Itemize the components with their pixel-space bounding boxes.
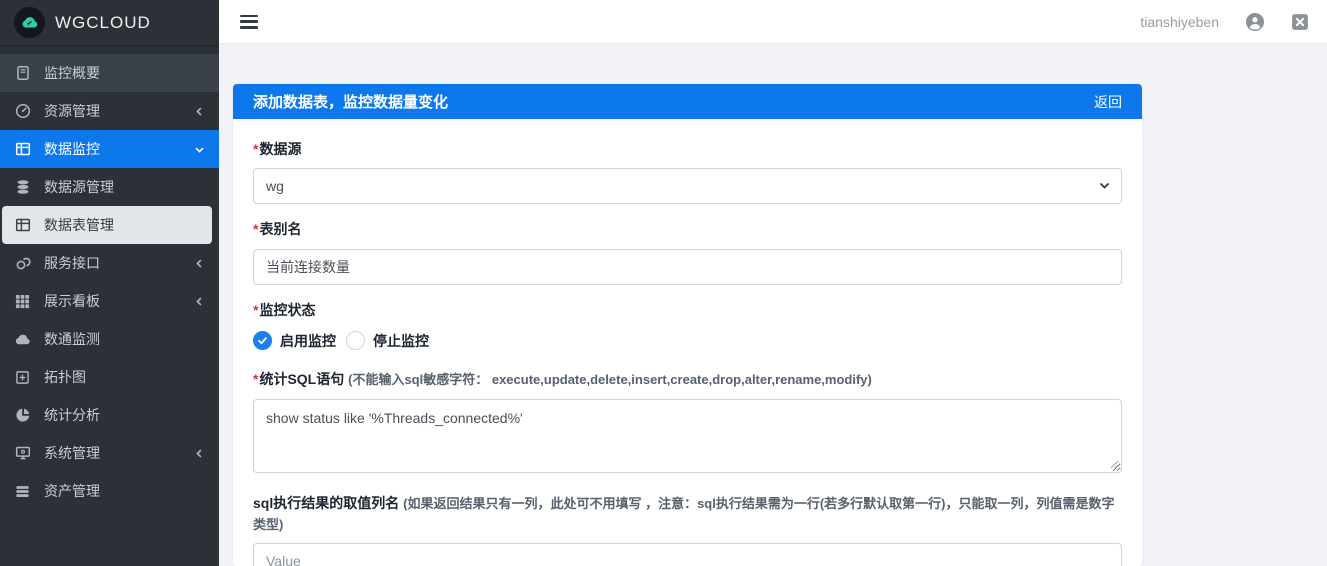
radio-checked-icon xyxy=(253,331,272,351)
status-radio-group: 启用监控 停止监控 xyxy=(253,331,1122,351)
sidebar-item-overview[interactable]: 监控概要 xyxy=(0,54,219,92)
sql-hint: (不能输入sql敏感字符： execute,update,delete,inse… xyxy=(348,371,872,387)
cloud-logo-icon xyxy=(14,7,45,38)
link-icon xyxy=(14,255,31,272)
sidebar-item-label: 数据监控 xyxy=(44,141,100,157)
sidebar-item-network-monitor[interactable]: 数通监测 xyxy=(0,320,219,358)
brand-name: WGCLOUD xyxy=(55,12,151,32)
field-sql: *统计SQL语句 (不能输入sql敏感字符： execute,update,de… xyxy=(253,369,1122,478)
radio-unchecked-icon xyxy=(346,331,365,351)
column-input[interactable] xyxy=(253,543,1122,566)
sidebar-item-datasource-mgmt[interactable]: 数据源管理 xyxy=(0,168,219,206)
back-button[interactable]: 返回 xyxy=(1094,92,1122,112)
sidebar-item-service-api[interactable]: 服务接口 xyxy=(0,244,219,282)
required-asterisk: * xyxy=(253,141,259,157)
form-title: 添加数据表，监控数据量变化 xyxy=(253,94,449,111)
sql-textarea[interactable]: show status like '%Threads_connected%' xyxy=(253,398,1122,473)
radio-stop-monitoring[interactable]: 停止监控 xyxy=(346,331,429,351)
sql-label: *统计SQL语句 (不能输入sql敏感字符： execute,update,de… xyxy=(253,370,872,387)
field-datasource: *数据源 wg xyxy=(253,139,1122,205)
speedometer-icon xyxy=(14,103,31,120)
x-square-icon[interactable] xyxy=(1291,13,1309,31)
sidebar: WGCLOUD 监控概要 资源管理 数据监控 数据源管理 数据表管理 服务接口 … xyxy=(0,0,219,566)
sidebar-item-datatable-mgmt[interactable]: 数据表管理 xyxy=(2,206,212,244)
sidebar-item-label: 数通监测 xyxy=(44,331,100,347)
card-body: *数据源 wg *表别名 当前连接数量 *监控状态 启用监控 停止监控 *统计S… xyxy=(233,119,1142,566)
table-icon xyxy=(14,217,31,234)
topbar-right: tianshiyeben xyxy=(1140,12,1309,32)
chevron-left-icon xyxy=(194,106,205,117)
username[interactable]: tianshiyeben xyxy=(1140,14,1219,30)
sidebar-item-label: 资产管理 xyxy=(44,483,100,499)
datasource-label: *数据源 xyxy=(253,141,302,157)
radio-label: 停止监控 xyxy=(373,332,429,349)
status-label: *监控状态 xyxy=(253,301,316,318)
field-column: sql执行结果的取值列名 (如果返回结果只有一列，此处可不用填写 ，注意：sql… xyxy=(253,493,1122,566)
main-area: tianshiyeben 添加数据表，监控数据量变化 返回 *数据源 wg *表… xyxy=(219,0,1327,566)
sidebar-item-label: 监控概要 xyxy=(44,65,100,81)
radio-label: 启用监控 xyxy=(280,332,336,349)
server-icon xyxy=(14,483,31,500)
chevron-left-icon xyxy=(194,448,205,459)
sidebar-item-asset-mgmt[interactable]: 资产管理 xyxy=(0,472,219,510)
cloud-icon xyxy=(14,331,31,348)
required-asterisk: * xyxy=(253,370,259,387)
content: 添加数据表，监控数据量变化 返回 *数据源 wg *表别名 当前连接数量 *监控… xyxy=(219,44,1327,566)
column-label: sql执行结果的取值列名 (如果返回结果只有一列，此处可不用填写 ，注意：sql… xyxy=(253,494,1115,532)
datasource-select[interactable]: wg xyxy=(253,168,1122,205)
sidebar-item-dashboard[interactable]: 展示看板 xyxy=(0,282,219,320)
alias-input[interactable] xyxy=(253,248,1122,285)
pie-chart-icon xyxy=(14,407,31,424)
sidebar-item-system-mgmt[interactable]: 系统管理 xyxy=(0,434,219,472)
datasource-select-wrap: wg xyxy=(253,168,1122,205)
alias-label: *表别名 xyxy=(253,221,302,238)
app-root: WGCLOUD 监控概要 资源管理 数据监控 数据源管理 数据表管理 服务接口 … xyxy=(0,0,1327,566)
sidebar-item-label: 服务接口 xyxy=(44,255,100,271)
brand: WGCLOUD xyxy=(0,0,219,46)
sidebar-item-label: 统计分析 xyxy=(44,407,100,423)
chevron-down-icon xyxy=(194,144,205,155)
add-table-form-card: 添加数据表，监控数据量变化 返回 *数据源 wg *表别名 当前连接数量 *监控… xyxy=(233,84,1142,566)
chevron-left-icon xyxy=(194,258,205,269)
sidebar-item-label: 数据表管理 xyxy=(44,217,114,233)
sidebar-item-resources[interactable]: 资源管理 xyxy=(0,92,219,130)
card-header: 添加数据表，监控数据量变化 返回 xyxy=(233,84,1142,119)
sidebar-nav: 监控概要 资源管理 数据监控 数据源管理 数据表管理 服务接口 展示看板 数通监… xyxy=(0,46,219,510)
hamburger-icon[interactable] xyxy=(240,14,258,29)
sidebar-item-label: 数据源管理 xyxy=(44,179,114,195)
sidebar-item-data-monitor[interactable]: 数据监控 xyxy=(0,130,219,168)
plus-square-icon xyxy=(14,369,31,386)
field-alias: *表别名 xyxy=(253,219,1122,285)
field-status: *监控状态 启用监控 停止监控 xyxy=(253,300,1122,351)
person-circle-icon[interactable] xyxy=(1245,12,1265,32)
grid-icon xyxy=(14,293,31,310)
table-icon xyxy=(14,141,31,158)
chevron-left-icon xyxy=(194,296,205,307)
sql-textarea-wrap: show status like '%Threads_connected%' xyxy=(253,398,1122,478)
topbar: tianshiyeben xyxy=(219,0,1327,44)
database-icon xyxy=(14,179,31,196)
journal-icon xyxy=(14,65,31,82)
sidebar-item-label: 系统管理 xyxy=(44,445,100,461)
sidebar-item-label: 拓扑图 xyxy=(44,369,86,385)
required-asterisk: * xyxy=(253,221,259,238)
sidebar-item-label: 展示看板 xyxy=(44,293,100,309)
radio-enable-monitoring[interactable]: 启用监控 xyxy=(253,331,336,351)
sidebar-item-label: 资源管理 xyxy=(44,103,100,119)
display-icon xyxy=(14,445,31,462)
required-asterisk: * xyxy=(253,301,259,318)
sidebar-item-statistics[interactable]: 统计分析 xyxy=(0,396,219,434)
sidebar-item-topology[interactable]: 拓扑图 xyxy=(0,358,219,396)
